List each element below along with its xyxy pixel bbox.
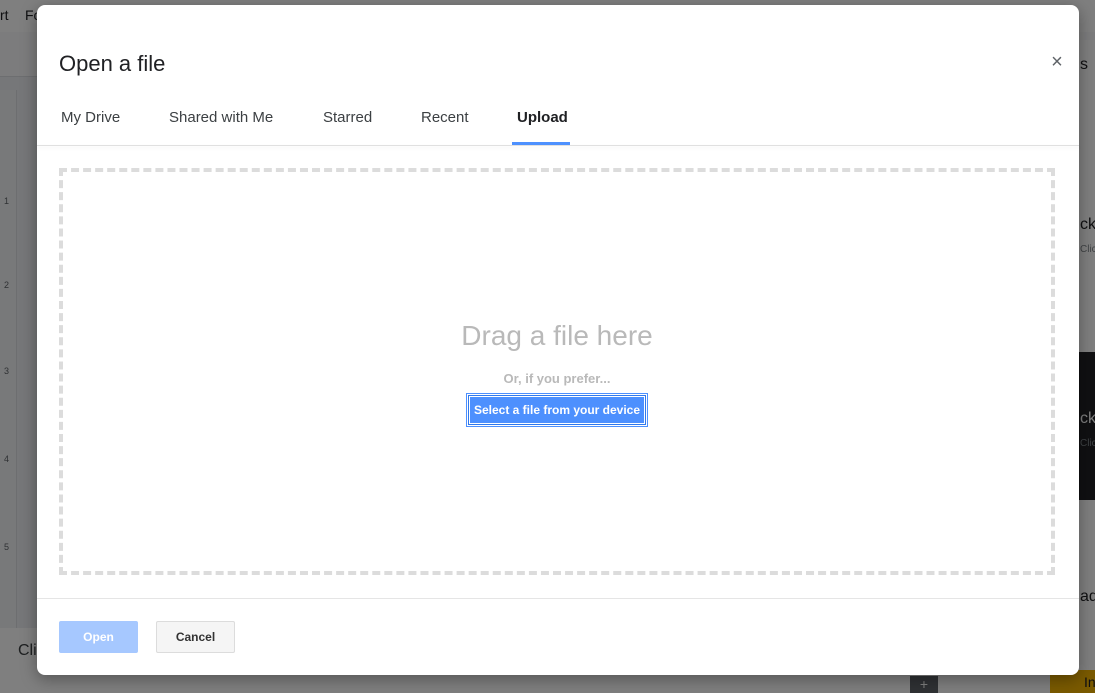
tab-recent[interactable]: Recent bbox=[421, 109, 469, 126]
dialog-title: Open a file bbox=[59, 51, 166, 76]
footer-divider bbox=[37, 598, 1079, 599]
tab-shared-with-me[interactable]: Shared with Me bbox=[169, 109, 273, 126]
tab-starred[interactable]: Starred bbox=[323, 109, 372, 126]
upload-dropzone[interactable]: Drag a file here Or, if you prefer... Se… bbox=[59, 168, 1055, 575]
drag-file-text: Drag a file here bbox=[461, 320, 653, 351]
tab-upload[interactable]: Upload bbox=[517, 109, 568, 126]
cancel-button[interactable]: Cancel bbox=[156, 621, 235, 653]
tabs-divider bbox=[37, 145, 1079, 146]
tab-my-drive[interactable]: My Drive bbox=[61, 109, 120, 126]
or-prefer-text: Or, if you prefer... bbox=[503, 371, 611, 386]
dialog-tabs: My Drive Shared with Me Starred Recent U… bbox=[37, 97, 1079, 145]
close-icon[interactable]: × bbox=[1046, 51, 1068, 73]
select-file-button[interactable]: Select a file from your device bbox=[466, 393, 648, 427]
open-file-dialog: Open a file × My Drive Shared with Me St… bbox=[37, 5, 1079, 675]
open-button[interactable]: Open bbox=[59, 621, 138, 653]
